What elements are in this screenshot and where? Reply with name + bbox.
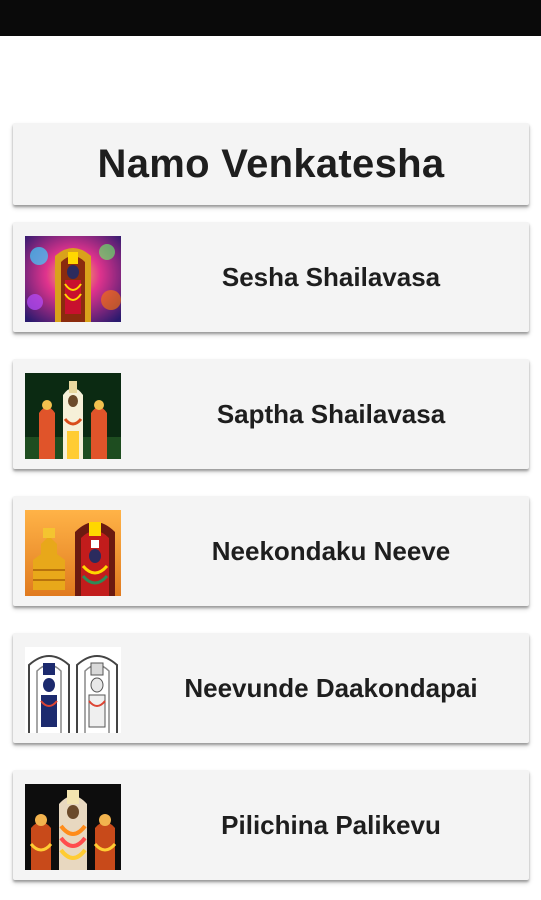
song-title: Neevunde Daakondapai	[184, 672, 478, 703]
deity-on-colorful-background-icon	[25, 236, 121, 322]
deity-with-garlands-icon	[25, 784, 121, 870]
main-screen: Namo Venkatesha Sesha Shailavasa Saptha …	[0, 36, 541, 900]
song-title: Saptha Shailavasa	[216, 398, 446, 429]
song-item-neekondaku-neeve[interactable]: Neekondaku Neeve	[13, 496, 529, 606]
app-title: Namo Venkatesha	[97, 141, 445, 186]
song-item-pilichina-palikevu[interactable]: Pilichina Palikevu	[13, 770, 529, 880]
deity-with-consorts-icon	[25, 373, 121, 459]
temple-and-deity-icon	[25, 510, 121, 596]
song-item-neevunde-daakondapai[interactable]: Neevunde Daakondapai	[13, 633, 529, 743]
song-title: Neekondaku Neeve	[211, 535, 451, 566]
song-item-sesha-shailavasa[interactable]: Sesha Shailavasa	[13, 222, 529, 332]
title-card: Namo Venkatesha	[13, 123, 529, 205]
deity-line-drawing-icon	[25, 647, 121, 733]
status-bar	[0, 0, 541, 36]
song-title: Pilichina Palikevu	[221, 809, 441, 840]
song-item-saptha-shailavasa[interactable]: Saptha Shailavasa	[13, 359, 529, 469]
song-title: Sesha Shailavasa	[221, 261, 441, 292]
